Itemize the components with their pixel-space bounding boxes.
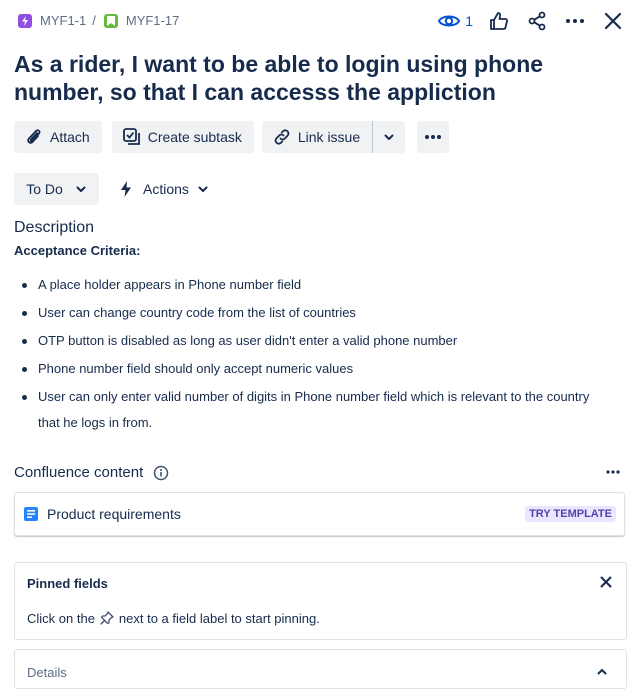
chevron-down-icon xyxy=(76,186,86,192)
details-panel[interactable]: Details xyxy=(14,649,627,689)
pinned-fields-panel: Pinned fields Click on the next to a fie… xyxy=(14,562,627,640)
pinned-fields-heading: Pinned fields xyxy=(27,576,108,591)
chevron-up-icon xyxy=(597,669,607,675)
eye-icon xyxy=(438,15,461,27)
list-item: Phone number field should only accept nu… xyxy=(14,356,614,382)
chevron-down-icon xyxy=(384,134,394,140)
epic-icon xyxy=(18,13,32,28)
description-heading: Description xyxy=(14,219,95,236)
list-item: User can only enter valid number of digi… xyxy=(14,384,614,436)
breadcrumb-current-link[interactable]: MYF1-17 xyxy=(126,13,179,28)
chevron-down-icon xyxy=(198,186,208,192)
link-icon xyxy=(274,129,290,145)
pinned-hint-after: next to a field label to start pinning. xyxy=(118,610,320,626)
more-icon xyxy=(425,135,442,139)
status-label: To Do xyxy=(26,181,63,197)
more-actions-button[interactable] xyxy=(563,9,587,33)
confluence-content-title: Confluence content xyxy=(14,464,144,481)
story-icon xyxy=(103,13,118,28)
pin-icon xyxy=(100,611,114,625)
like-button[interactable] xyxy=(487,9,511,33)
actions-dropdown[interactable]: Actions xyxy=(117,173,209,205)
thumbs-up-icon xyxy=(490,12,508,30)
close-icon xyxy=(604,12,622,30)
create-subtask-label: Create subtask xyxy=(147,129,242,145)
confluence-more-button[interactable] xyxy=(605,464,621,485)
lightning-icon xyxy=(121,181,131,197)
list-item: A place holder appears in Phone number f… xyxy=(14,272,614,298)
pinned-fields-close-button[interactable] xyxy=(600,575,612,593)
attach-button[interactable]: Attach xyxy=(14,121,102,153)
create-subtask-button[interactable]: Create subtask xyxy=(111,121,254,153)
acceptance-criteria-heading[interactable]: Acceptance Criteria: xyxy=(14,243,140,258)
breadcrumb-parent-link[interactable]: MYF1-1 xyxy=(40,13,86,28)
info-icon[interactable] xyxy=(153,465,169,481)
acceptance-criteria-list[interactable]: A place holder appears in Phone number f… xyxy=(14,272,614,438)
pinned-hint-before: Click on the xyxy=(27,610,95,626)
breadcrumb-separator: / xyxy=(92,13,96,28)
confluence-content-heading: Confluence content xyxy=(14,464,169,481)
actions-label: Actions xyxy=(143,181,189,197)
watchers-count: 1 xyxy=(465,13,473,29)
breadcrumb: MYF1-1 / MYF1-17 xyxy=(18,13,179,28)
share-button[interactable] xyxy=(525,9,549,33)
close-icon xyxy=(600,576,612,588)
confluence-item-label: Product requirements xyxy=(47,506,181,522)
share-icon xyxy=(528,11,546,31)
list-item: OTP button is disabled as long as user d… xyxy=(14,328,614,354)
toolbar-more-button[interactable] xyxy=(417,121,450,153)
issue-toolbar: Attach Create subtask Link issue xyxy=(14,121,450,153)
confluence-template-card[interactable]: Product requirements TRY TEMPLATE xyxy=(14,492,625,536)
more-icon xyxy=(606,470,620,474)
close-button[interactable] xyxy=(601,9,625,33)
link-issue-group: Link issue xyxy=(261,121,406,153)
list-item: User can change country code from the li… xyxy=(14,300,614,326)
watch-button[interactable]: 1 xyxy=(437,9,473,33)
link-issue-label: Link issue xyxy=(297,129,361,145)
more-icon xyxy=(566,19,584,23)
details-collapse-button[interactable] xyxy=(596,665,608,683)
attach-label: Attach xyxy=(50,129,90,145)
link-issue-button[interactable]: Link issue xyxy=(261,121,373,153)
document-icon xyxy=(24,507,38,521)
pinned-fields-hint: Click on the next to a field label to st… xyxy=(27,610,320,626)
details-label: Details xyxy=(27,665,67,680)
link-issue-dropdown[interactable] xyxy=(372,121,406,153)
issue-header-actions: 1 xyxy=(437,9,625,33)
issue-title[interactable]: As a rider, I want to be able to login u… xyxy=(14,50,614,106)
try-template-button[interactable]: TRY TEMPLATE xyxy=(525,506,616,522)
status-dropdown[interactable]: To Do xyxy=(14,173,99,205)
subtask-icon xyxy=(122,128,140,145)
paperclip-icon xyxy=(27,129,41,144)
